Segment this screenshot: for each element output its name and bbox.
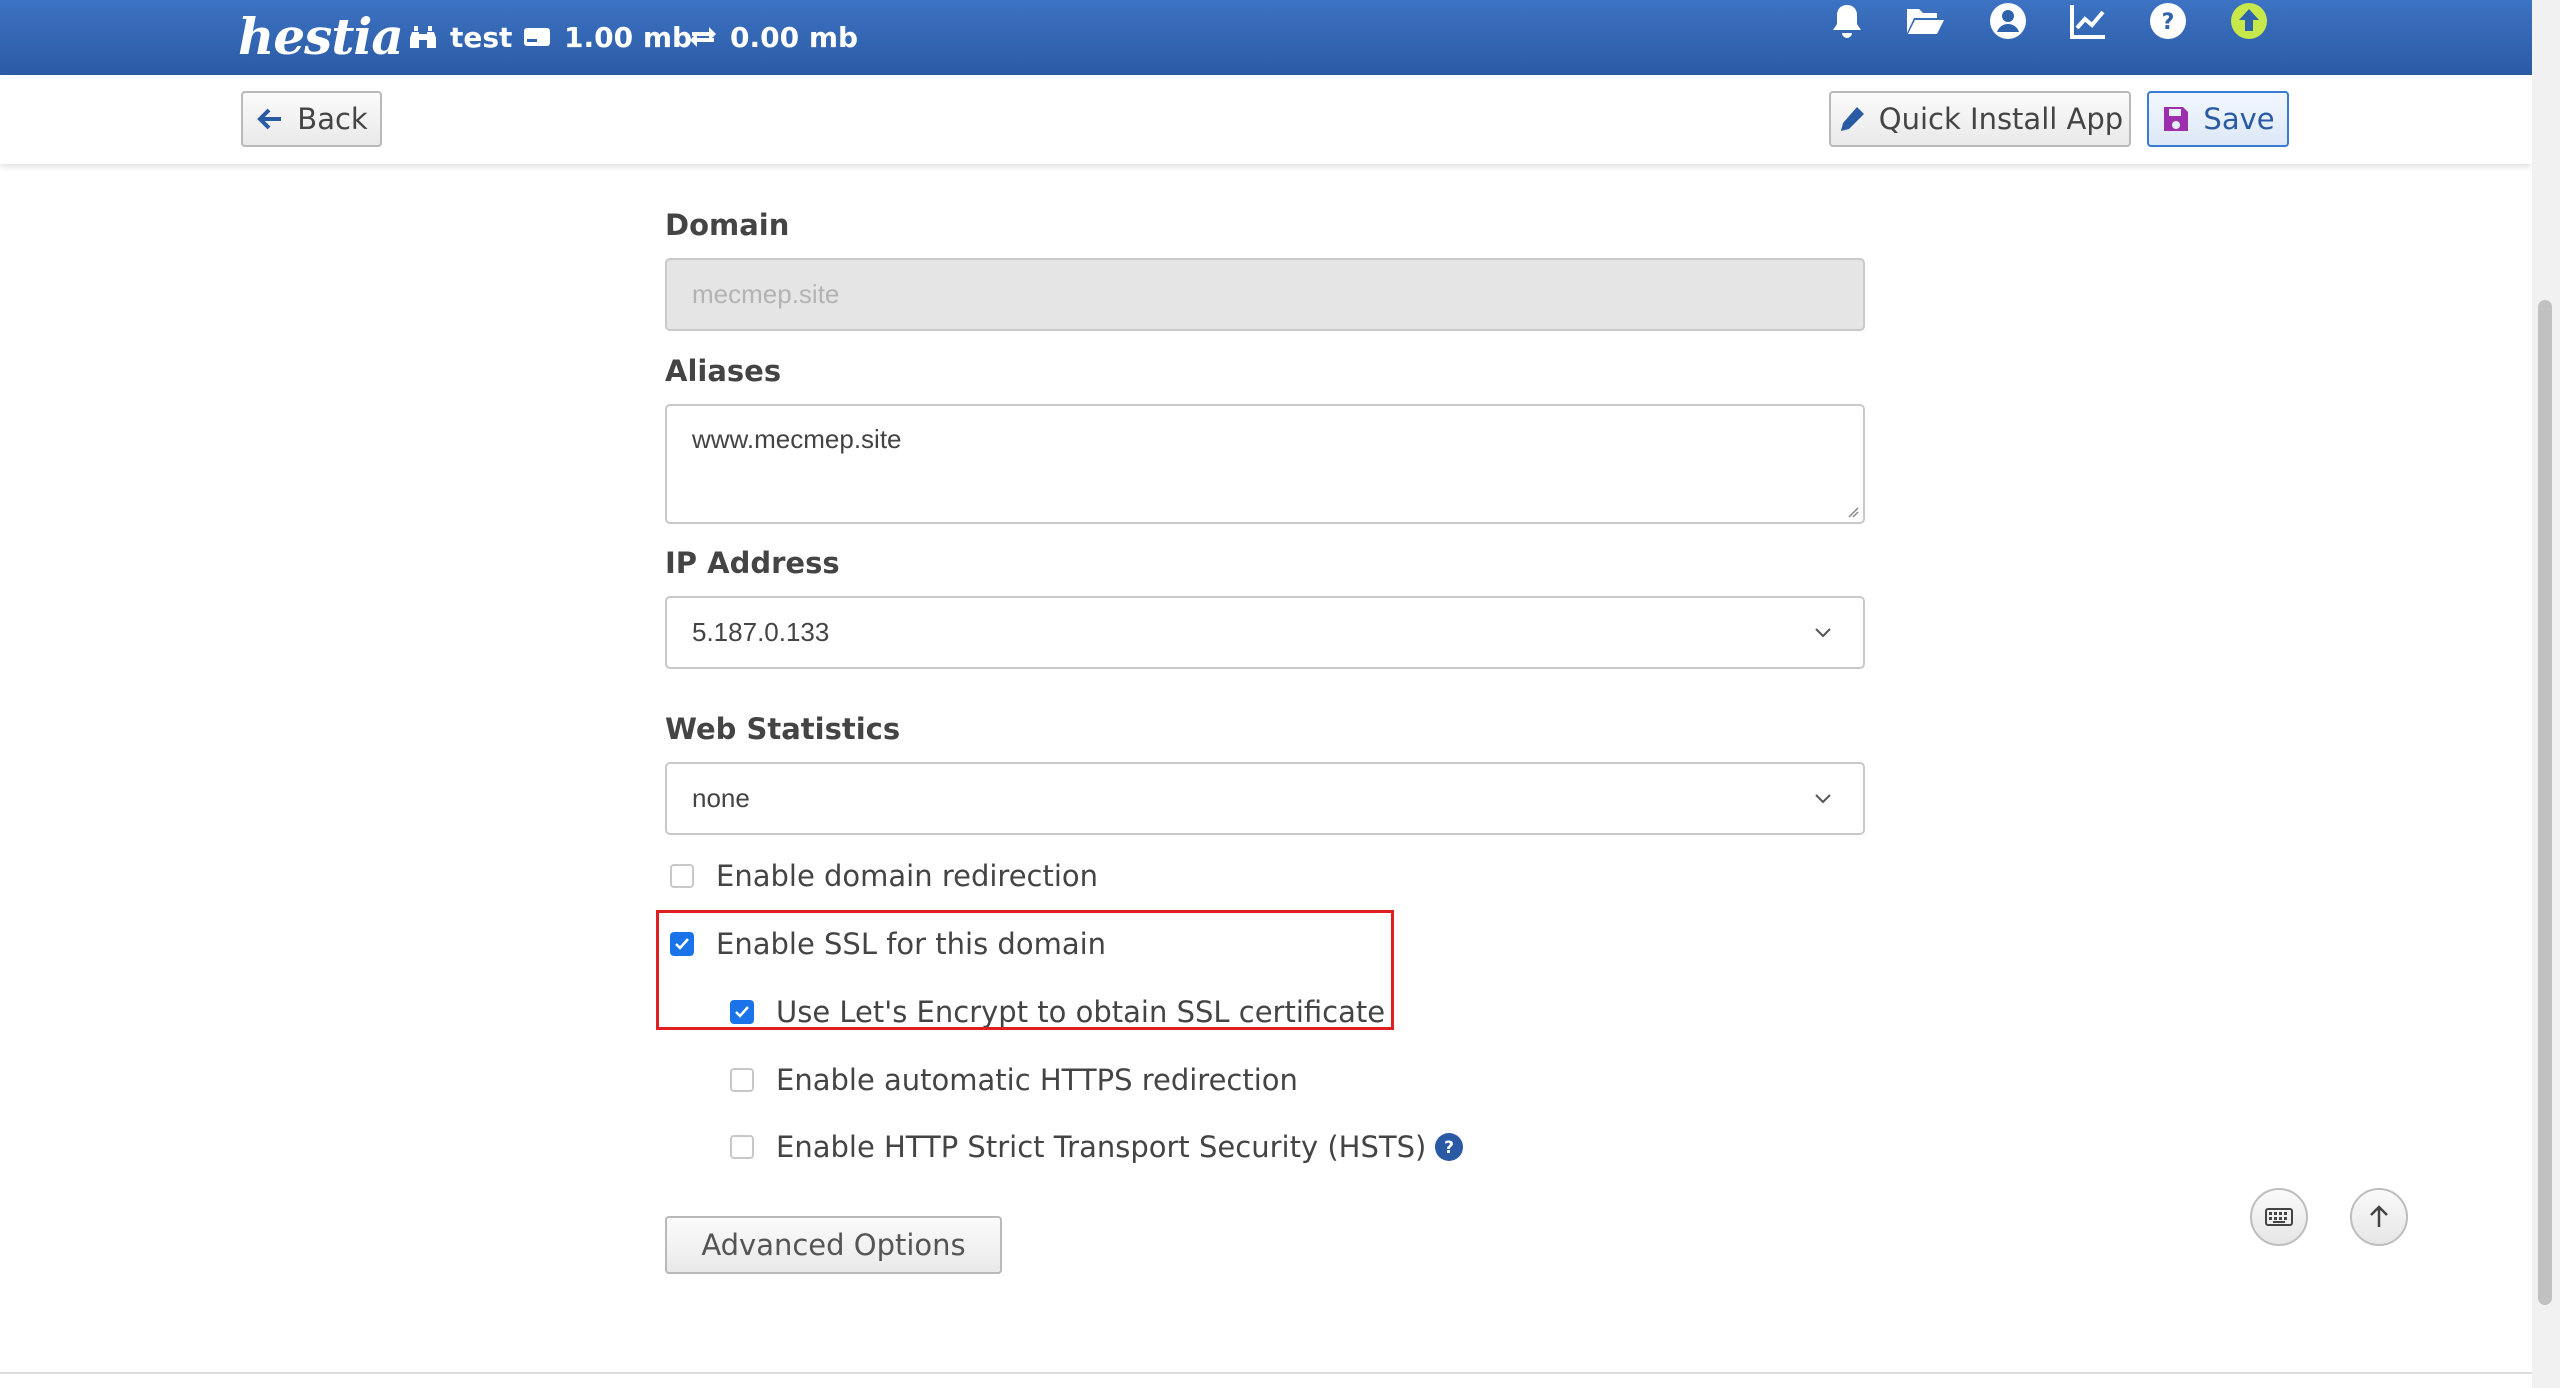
ip-address-value: 5.187.0.133	[692, 617, 830, 647]
domain-value: mecmep.site	[692, 279, 840, 309]
folder-open-icon[interactable]	[1904, 0, 1946, 42]
keyboard-icon	[2265, 1208, 2293, 1226]
disk-stat[interactable]: 1.00 mb	[522, 14, 692, 60]
hestia-logo[interactable]: hestia	[238, 2, 404, 72]
hsts-option[interactable]: Enable HTTP Strict Transport Security (H…	[730, 1127, 1464, 1167]
top-navbar: hestia test 1.00 mb 0.00 mb ?	[0, 0, 2532, 75]
domain-redirection-label: Enable domain redirection	[716, 859, 1099, 893]
chart-line-icon[interactable]	[2067, 0, 2109, 42]
page-bottom-divider	[0, 1372, 2532, 1374]
advanced-options-button[interactable]: Advanced Options	[665, 1216, 1002, 1274]
domain-label: Domain	[665, 208, 790, 242]
hsts-checkbox[interactable]	[730, 1135, 754, 1159]
disk-usage: 1.00 mb	[564, 20, 693, 54]
highlight-box	[656, 910, 1394, 1030]
save-button[interactable]: Save	[2147, 91, 2289, 147]
scrollbar-thumb[interactable]	[2538, 300, 2552, 1305]
https-redirection-checkbox[interactable]	[730, 1068, 754, 1092]
chevron-down-icon	[1813, 627, 1833, 639]
toolbar: Back Quick Install App Save	[0, 75, 2532, 164]
exchange-icon	[688, 22, 718, 52]
help-circle-icon[interactable]: ?	[1434, 1132, 1464, 1162]
back-button[interactable]: Back	[241, 91, 382, 147]
back-label: Back	[297, 102, 368, 136]
user-circle-icon[interactable]	[1987, 0, 2029, 42]
svg-text:?: ?	[2162, 10, 2175, 35]
arrow-up-icon	[2370, 1205, 2388, 1227]
svg-text:?: ?	[1444, 1138, 1454, 1158]
floppy-disk-icon	[2161, 104, 2191, 134]
web-statistics-select[interactable]: none	[665, 762, 1865, 835]
chevron-down-icon	[1813, 793, 1833, 805]
save-label: Save	[2203, 102, 2275, 136]
web-statistics-value: none	[692, 783, 750, 813]
aliases-textarea[interactable]: www.mecmep.site	[665, 404, 1865, 524]
web-statistics-label: Web Statistics	[665, 712, 901, 746]
domain-redirection-option[interactable]: Enable domain redirection	[670, 856, 1098, 896]
bandwidth-stat[interactable]: 0.00 mb	[688, 14, 858, 60]
aliases-value: www.mecmep.site	[692, 424, 902, 454]
keyboard-shortcuts-button[interactable]	[2250, 1188, 2308, 1246]
ip-address-select[interactable]: 5.187.0.133	[665, 596, 1865, 669]
binoculars-icon	[408, 22, 438, 52]
arrow-left-icon	[255, 104, 285, 134]
username: test	[450, 20, 513, 54]
bell-icon[interactable]	[1826, 0, 1868, 42]
domain-input: mecmep.site	[665, 258, 1865, 331]
pencil-icon	[1837, 104, 1867, 134]
domain-redirection-checkbox[interactable]	[670, 864, 694, 888]
resize-grip-icon[interactable]	[1847, 506, 1859, 518]
arrow-up-circle-icon[interactable]	[2228, 0, 2270, 42]
quick-install-label: Quick Install App	[1878, 102, 2124, 136]
quick-install-app-button[interactable]: Quick Install App	[1829, 91, 2131, 147]
hdd-icon	[522, 22, 552, 52]
https-redirection-option[interactable]: Enable automatic HTTPS redirection	[730, 1060, 1298, 1100]
aliases-label: Aliases	[665, 354, 782, 388]
bandwidth-usage: 0.00 mb	[730, 20, 859, 54]
scroll-to-top-button[interactable]	[2350, 1188, 2408, 1246]
hsts-label: Enable HTTP Strict Transport Security (H…	[776, 1130, 1427, 1164]
https-redirection-label: Enable automatic HTTPS redirection	[776, 1063, 1298, 1097]
question-circle-icon[interactable]: ?	[2147, 0, 2189, 42]
user-stat[interactable]: test	[408, 14, 512, 60]
ip-address-label: IP Address	[665, 546, 840, 580]
